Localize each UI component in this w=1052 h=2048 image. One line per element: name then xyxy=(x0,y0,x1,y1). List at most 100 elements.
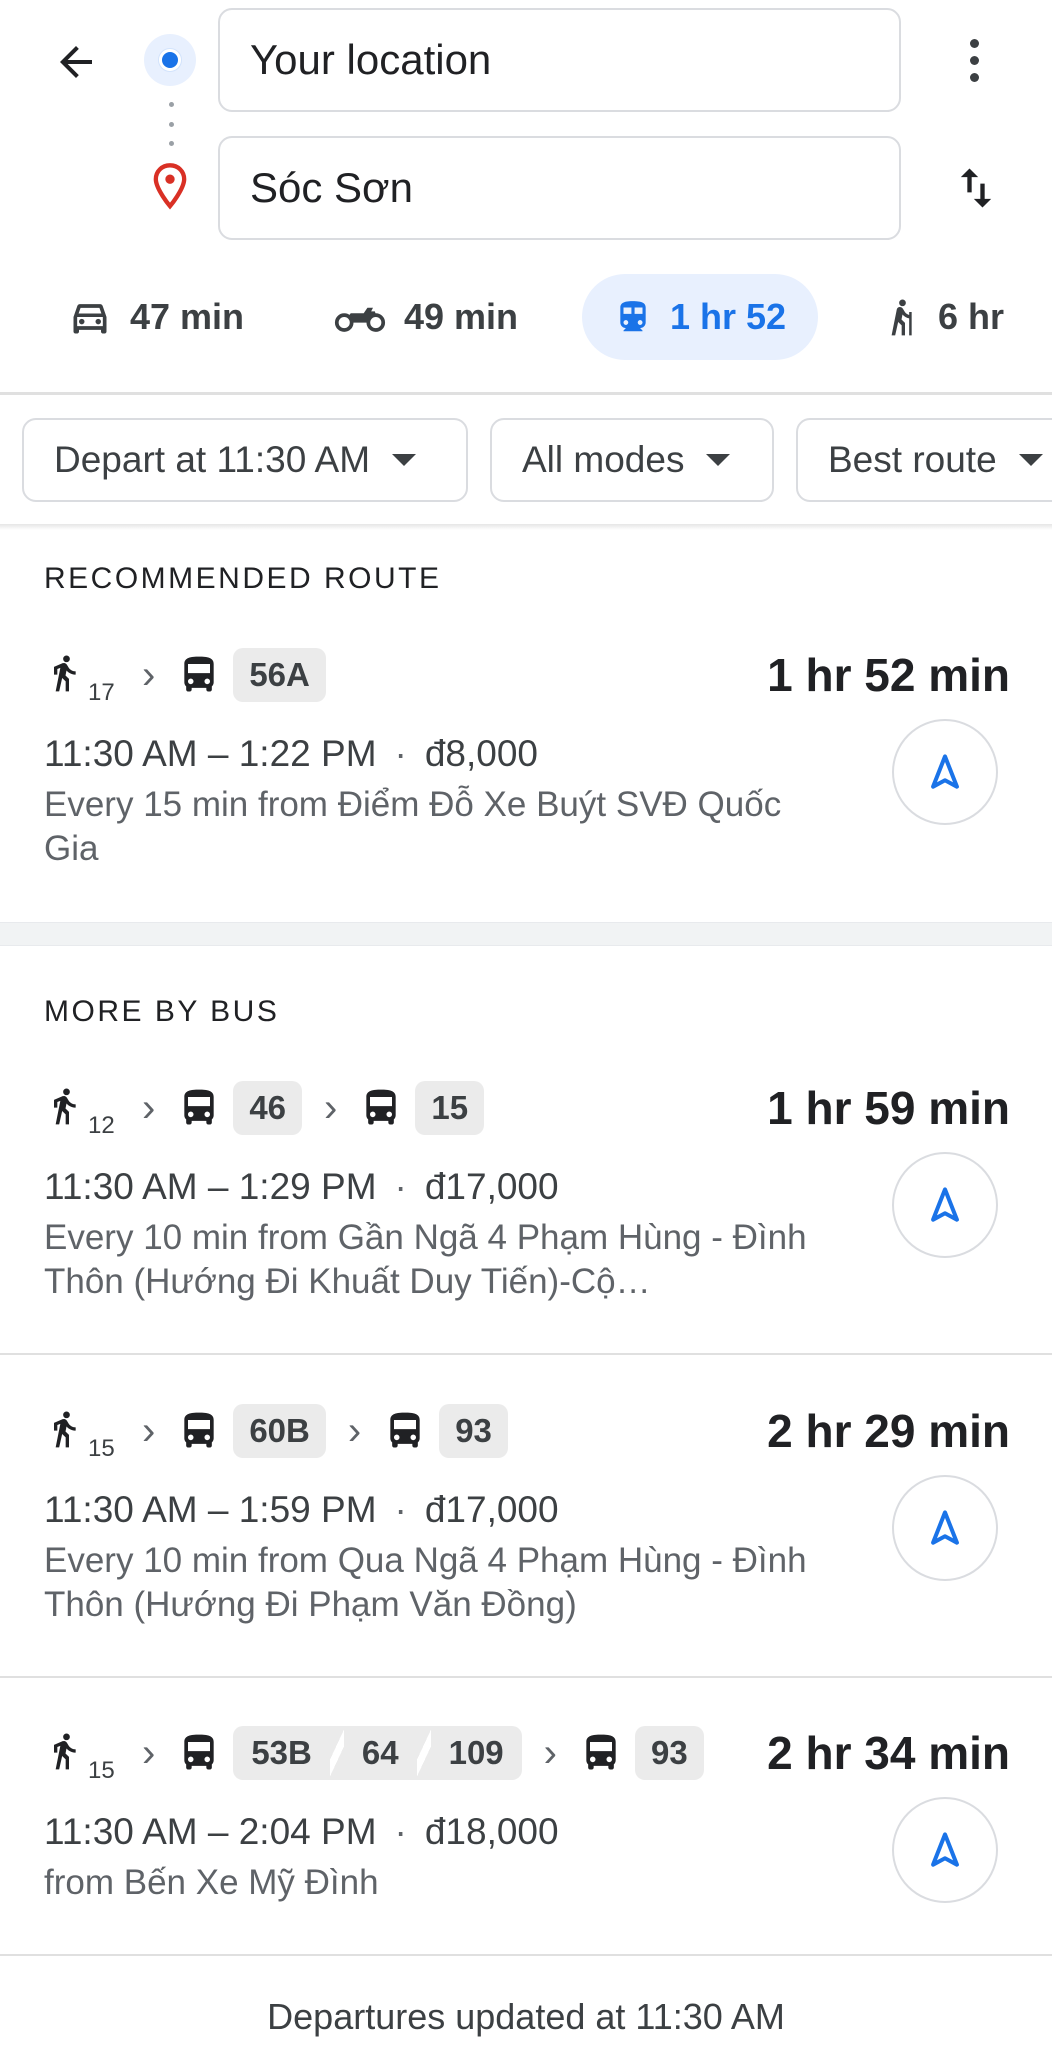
route-times: 11:30 AM – 1:22 PM · đ8,000 xyxy=(44,733,539,774)
dropdown-caret-icon xyxy=(706,454,731,466)
section-gap xyxy=(0,922,1052,946)
tab-walking-label: 6 hr xyxy=(938,296,1005,337)
route-steps: 12 › 46 › 15 xyxy=(44,1080,485,1139)
tab-two-wheeler[interactable]: 49 min xyxy=(334,274,518,360)
route-steps: 15 › 60B › 93 xyxy=(44,1403,508,1462)
fare: đ17,000 xyxy=(424,1489,559,1530)
navigation-arrow-icon xyxy=(923,750,967,794)
destination-pin-icon xyxy=(153,163,187,210)
bus-line-badge: 64 xyxy=(343,1726,417,1780)
more-vert-icon xyxy=(969,38,979,48)
route-steps: 17 › 56A xyxy=(44,647,326,706)
departures-updated-note: Departures updated at 11:30 AM xyxy=(267,1996,785,2037)
header-divider xyxy=(0,392,1052,395)
chevron-right-icon: › xyxy=(543,1731,557,1775)
route-frequency: Every 10 min from Gần Ngã 4 Phạm Hùng - … xyxy=(44,1218,807,1301)
chevron-right-icon: › xyxy=(347,1409,362,1453)
fare: đ8,000 xyxy=(424,733,539,774)
swap-icon xyxy=(960,168,992,208)
all-modes-label: All modes xyxy=(522,439,685,480)
bus-icon xyxy=(579,1729,623,1777)
route-frequency: from Bến Xe Mỹ Đình xyxy=(44,1863,379,1902)
time-range: 11:30 AM – 2:04 PM xyxy=(44,1811,377,1852)
tab-transit[interactable]: 1 hr 52 xyxy=(582,274,818,360)
walk-icon: 15 xyxy=(44,1725,115,1784)
navigation-arrow-icon xyxy=(923,1183,967,1227)
all-modes-chip[interactable]: All modes xyxy=(490,418,774,502)
start-navigation-button[interactable] xyxy=(892,1152,998,1258)
section-title-recommended: RECOMMENDED ROUTE xyxy=(44,562,442,595)
destination-input[interactable]: Sóc Sơn xyxy=(218,136,901,240)
bus-icon xyxy=(177,1729,221,1777)
route-divider xyxy=(0,1676,1052,1678)
start-navigation-button[interactable] xyxy=(892,1797,998,1903)
bus-line-badge: 56A xyxy=(233,648,326,702)
bus-line-badge: 93 xyxy=(634,1726,704,1780)
walk-minutes: 15 xyxy=(88,1435,115,1462)
navigation-arrow-icon xyxy=(923,1506,967,1550)
chevron-right-icon: › xyxy=(142,653,156,697)
route-duration: 1 hr 52 min xyxy=(767,649,1010,701)
tab-driving-label: 47 min xyxy=(130,296,245,337)
car-icon xyxy=(73,304,107,334)
tab-transit-label: 1 hr 52 xyxy=(670,296,787,337)
tab-two-wheeler-label: 49 min xyxy=(404,296,519,337)
depart-time-chip[interactable]: Depart at 11:30 AM xyxy=(22,418,468,502)
route-card[interactable]: 15 › 60B › 93 2 hr 29 min 11:30 AM – 1:5… xyxy=(0,1403,1052,1653)
chevron-right-icon: › xyxy=(142,1731,156,1775)
origin-input[interactable]: Your location xyxy=(218,8,901,112)
walk-hiker-icon xyxy=(891,299,912,336)
chips-divider xyxy=(0,524,1052,530)
tab-driving[interactable]: 47 min xyxy=(68,274,244,360)
fare: đ17,000 xyxy=(424,1166,559,1207)
dropdown-caret-icon xyxy=(392,454,417,466)
chevron-right-icon: › xyxy=(142,1409,156,1453)
swap-button[interactable] xyxy=(944,156,1008,220)
best-route-chip[interactable]: Best route xyxy=(796,418,1052,502)
route-divider xyxy=(0,1954,1052,1956)
bus-line-badge: 53B xyxy=(233,1726,330,1780)
walk-minutes: 12 xyxy=(88,1112,115,1139)
bus-icon xyxy=(359,1084,403,1132)
walk-minutes: 17 xyxy=(88,679,115,706)
bus-icon xyxy=(177,651,221,699)
route-times: 11:30 AM – 1:29 PM · đ17,000 xyxy=(44,1166,559,1207)
time-range: 11:30 AM – 1:29 PM xyxy=(44,1166,377,1207)
time-range: 11:30 AM – 1:22 PM xyxy=(44,733,377,774)
route-card[interactable]: 17 › 56A 1 hr 52 min 11:30 AM – 1:22 PM ·… xyxy=(0,647,1052,897)
time-range: 11:30 AM – 1:59 PM xyxy=(44,1489,377,1530)
transit-icon xyxy=(620,301,646,332)
back-arrow-icon xyxy=(60,46,92,78)
route-card[interactable]: 15 › 53B 64 109 › 93 2 hr 34 min 11:30 A… xyxy=(0,1725,1052,1925)
start-navigation-button[interactable] xyxy=(892,1475,998,1581)
filter-chips: Depart at 11:30 AM All modes Best route xyxy=(0,418,1052,504)
chevron-right-icon: › xyxy=(142,1086,156,1130)
motorcycle-icon xyxy=(334,307,386,332)
walk-minutes: 15 xyxy=(88,1757,115,1784)
bus-line-badge: 93 xyxy=(439,1404,508,1458)
travel-mode-tabs: 47 min 49 min 1 hr 52 6 hr xyxy=(0,274,1052,362)
alternative-bus-lines: 53B 64 109 xyxy=(233,1726,522,1780)
walk-icon: 17 xyxy=(44,647,115,706)
bus-line-badge: 60B xyxy=(233,1404,326,1458)
bus-line-badge: 109 xyxy=(430,1726,522,1780)
route-times: 11:30 AM – 1:59 PM · đ17,000 xyxy=(44,1489,559,1530)
dropdown-caret-icon xyxy=(1018,454,1043,466)
start-navigation-button[interactable] xyxy=(892,719,998,825)
bus-icon xyxy=(177,1407,221,1455)
chevron-right-icon: › xyxy=(324,1086,338,1130)
depart-time-label: Depart at 11:30 AM xyxy=(54,439,371,480)
more-options-button[interactable] xyxy=(946,28,1002,92)
route-connector-dots xyxy=(168,102,174,146)
directions-header: Your location Sóc Sơn xyxy=(0,0,1052,268)
route-frequency: Every 15 min from Điểm Đỗ Xe Buýt SVĐ Qu… xyxy=(44,785,782,868)
bus-line-badge: 15 xyxy=(415,1081,485,1135)
route-duration: 2 hr 29 min xyxy=(767,1405,1010,1457)
navigation-arrow-icon xyxy=(923,1828,967,1872)
tab-walking[interactable]: 6 hr xyxy=(880,274,1004,360)
route-duration: 1 hr 59 min xyxy=(767,1082,1010,1134)
origin-dot-icon xyxy=(144,34,196,86)
route-card[interactable]: 12 › 46 › 15 1 hr 59 min 11:30 AM – 1:29… xyxy=(0,1080,1052,1330)
back-button[interactable] xyxy=(44,30,108,94)
walk-icon: 15 xyxy=(44,1403,115,1462)
